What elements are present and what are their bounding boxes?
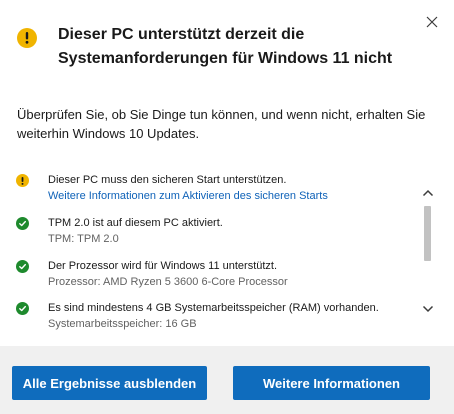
warning-icon — [17, 28, 37, 48]
close-icon — [426, 16, 438, 28]
results-scrollbar[interactable] — [420, 186, 436, 314]
result-detail: TPM: TPM 2.0 — [48, 233, 119, 245]
result-text: Der Prozessor wird für Windows 11 unters… — [48, 260, 278, 272]
check-icon — [16, 260, 29, 273]
more-info-button[interactable]: Weitere Informationen — [233, 366, 430, 400]
result-text: TPM 2.0 ist auf diesem PC aktiviert. — [48, 217, 223, 229]
result-text: Dieser PC muss den sicheren Start unters… — [48, 174, 287, 186]
dialog-footer: Alle Ergebnisse ausblenden Weitere Infor… — [0, 346, 454, 414]
secure-boot-info-link[interactable]: Weitere Informationen zum Aktivieren des… — [48, 188, 328, 204]
check-icon — [16, 217, 29, 230]
result-detail: Systemarbeitsspeicher: 16 GB — [48, 318, 197, 330]
scroll-thumb[interactable] — [424, 206, 431, 261]
chevron-up-icon — [422, 189, 434, 197]
close-button[interactable] — [424, 14, 440, 30]
result-text: Es sind mindestens 4 GB Systemarbeitsspe… — [48, 302, 379, 314]
scroll-up-button[interactable] — [420, 186, 436, 198]
warning-icon — [16, 174, 29, 187]
check-icon — [16, 302, 29, 315]
dialog-intro: Überprüfen Sie, ob Sie Dinge tun können,… — [17, 107, 426, 141]
dialog-title: Dieser PC unterstützt derzeit die System… — [58, 26, 393, 67]
result-detail: Prozessor: AMD Ryzen 5 3600 6-Core Proce… — [48, 276, 288, 288]
results-list: Dieser PC muss den sicheren Start unters… — [14, 172, 438, 332]
hide-all-results-button[interactable]: Alle Ergebnisse ausblenden — [12, 366, 207, 400]
chevron-down-icon — [422, 305, 434, 313]
scroll-down-button[interactable] — [420, 302, 436, 314]
